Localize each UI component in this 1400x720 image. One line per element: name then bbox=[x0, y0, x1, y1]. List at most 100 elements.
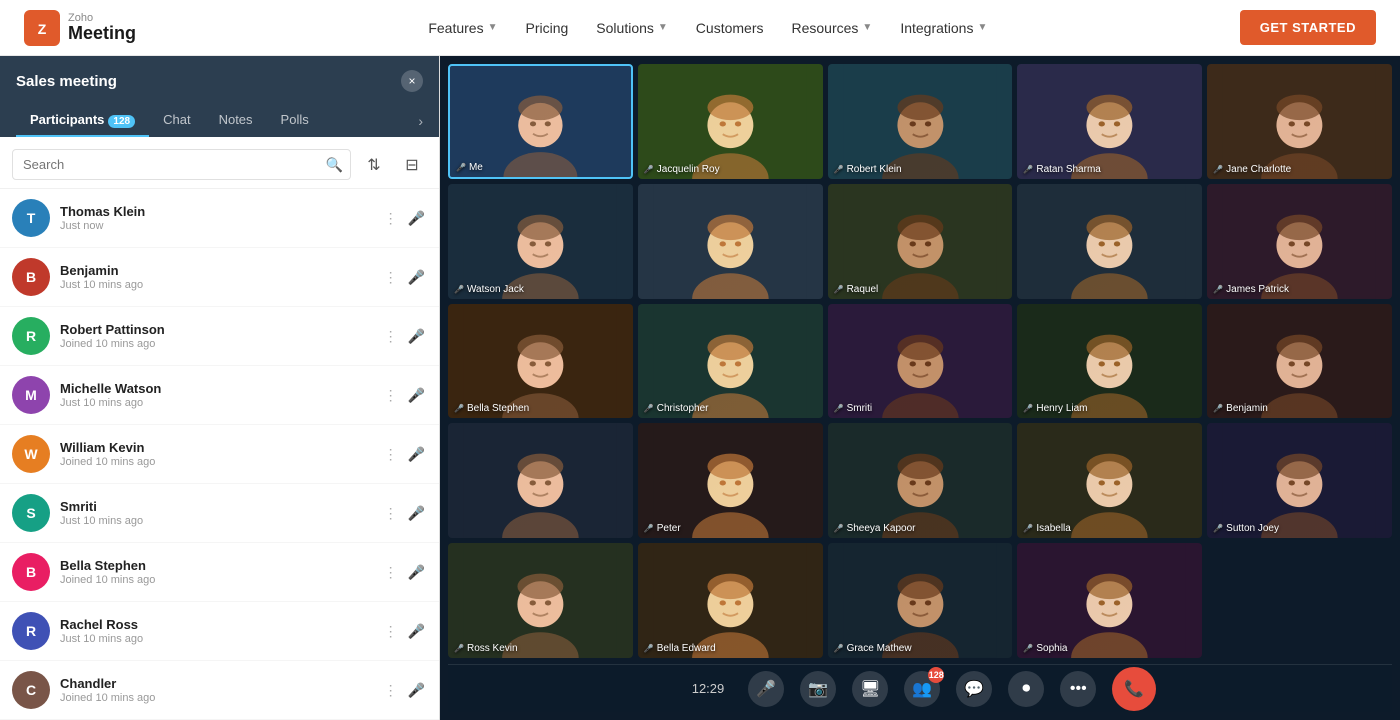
participant-actions: ⋮ 🎤 bbox=[382, 326, 427, 347]
participant-actions: ⋮ 🎤 bbox=[382, 680, 427, 701]
participant-status: Just 10 mins ago bbox=[60, 279, 372, 291]
logo-text: Zoho Meeting bbox=[68, 12, 136, 44]
video-cell: Peter bbox=[638, 423, 823, 538]
participants-button[interactable]: 👥 128 bbox=[904, 671, 940, 707]
mic-button[interactable]: 🎤 bbox=[748, 671, 784, 707]
video-cell bbox=[1017, 184, 1202, 299]
more-options-icon[interactable]: ⋮ bbox=[382, 267, 400, 288]
video-label: Sutton Joey bbox=[1213, 523, 1279, 534]
record-button[interactable]: ⏺ bbox=[1008, 671, 1044, 707]
video-label: Ross Kevin bbox=[454, 643, 518, 654]
search-icon[interactable]: 🔍 bbox=[326, 156, 343, 173]
participant-actions: ⋮ 🎤 bbox=[382, 621, 427, 642]
nav-resources[interactable]: Resources ▼ bbox=[791, 20, 872, 36]
more-options-icon[interactable]: ⋮ bbox=[382, 621, 400, 642]
participant-info: Smriti Just 10 mins ago bbox=[60, 499, 372, 527]
search-input-wrap: 🔍 bbox=[12, 149, 351, 180]
list-item: B Bella Stephen Joined 10 mins ago ⋮ 🎤 bbox=[0, 543, 439, 602]
screen-share-button[interactable]: 🖥 bbox=[852, 671, 888, 707]
video-cell: Grace Mathew bbox=[828, 543, 1013, 658]
avatar: R bbox=[12, 317, 50, 355]
mute-icon[interactable]: 🎤 bbox=[406, 267, 427, 288]
tab-participants[interactable]: Participants128 bbox=[16, 104, 149, 137]
nav-features[interactable]: Features ▼ bbox=[428, 20, 497, 36]
video-cell: Me bbox=[448, 64, 633, 179]
mute-icon[interactable]: 🎤 bbox=[406, 444, 427, 465]
participant-info: Chandler Joined 10 mins ago bbox=[60, 676, 372, 704]
video-label: Peter bbox=[644, 523, 681, 534]
list-item: W William Kevin Joined 10 mins ago ⋮ 🎤 bbox=[0, 425, 439, 484]
participant-status: Joined 10 mins ago bbox=[60, 574, 372, 586]
avatar: R bbox=[12, 612, 50, 650]
participant-name: Michelle Watson bbox=[60, 381, 372, 396]
video-label: Isabella bbox=[1023, 523, 1070, 534]
participant-info: Robert Pattinson Joined 10 mins ago bbox=[60, 322, 372, 350]
participant-info: William Kevin Joined 10 mins ago bbox=[60, 440, 372, 468]
mute-icon[interactable]: 🎤 bbox=[406, 385, 427, 406]
mute-icon[interactable]: 🎤 bbox=[406, 503, 427, 524]
more-options-button[interactable]: ••• bbox=[1060, 671, 1096, 707]
logo-zoho: Zoho bbox=[68, 12, 136, 24]
video-area: Me Jacquelin Roy bbox=[440, 56, 1400, 720]
participant-actions: ⋮ 🎤 bbox=[382, 385, 427, 406]
video-cell: Isabella bbox=[1017, 423, 1202, 538]
participant-info: Rachel Ross Just 10 mins ago bbox=[60, 617, 372, 645]
video-cell: Bella Edward bbox=[638, 543, 823, 658]
nav-customers[interactable]: Customers bbox=[696, 20, 764, 36]
get-started-button[interactable]: GET STARTED bbox=[1240, 10, 1376, 45]
more-options-icon[interactable]: ⋮ bbox=[382, 326, 400, 347]
panel-close-button[interactable]: × bbox=[401, 70, 423, 92]
more-options-icon[interactable]: ⋮ bbox=[382, 385, 400, 406]
camera-button[interactable]: 📷 bbox=[800, 671, 836, 707]
participant-actions: ⋮ 🎤 bbox=[382, 208, 427, 229]
video-grid: Me Jacquelin Roy bbox=[448, 64, 1392, 658]
mute-icon[interactable]: 🎤 bbox=[406, 680, 427, 701]
mute-icon[interactable]: 🎤 bbox=[406, 208, 427, 229]
mute-icon[interactable]: 🎤 bbox=[406, 326, 427, 347]
participant-actions: ⋮ 🎤 bbox=[382, 267, 427, 288]
panel-header: Sales meeting × Participants128 Chat Not… bbox=[0, 56, 439, 137]
avatar: B bbox=[12, 553, 50, 591]
more-options-icon[interactable]: ⋮ bbox=[382, 680, 400, 701]
more-options-icon[interactable]: ⋮ bbox=[382, 503, 400, 524]
participant-actions: ⋮ 🎤 bbox=[382, 562, 427, 583]
nav-integrations[interactable]: Integrations ▼ bbox=[900, 20, 987, 36]
tab-notes[interactable]: Notes bbox=[205, 104, 267, 137]
list-item: R Rachel Ross Just 10 mins ago ⋮ 🎤 bbox=[0, 602, 439, 661]
video-label: Sheeya Kapoor bbox=[834, 523, 916, 534]
mute-icon[interactable]: 🎤 bbox=[406, 562, 427, 583]
search-input[interactable] bbox=[12, 149, 351, 180]
more-options-icon[interactable]: ⋮ bbox=[382, 444, 400, 465]
main-area: Sales meeting × Participants128 Chat Not… bbox=[0, 56, 1400, 720]
sidebar-panel: Sales meeting × Participants128 Chat Not… bbox=[0, 56, 440, 720]
tabs-chevron-icon[interactable]: › bbox=[418, 113, 423, 129]
participant-info: Bella Stephen Joined 10 mins ago bbox=[60, 558, 372, 586]
mute-icon[interactable]: 🎤 bbox=[406, 621, 427, 642]
filter-icon[interactable]: ⊟ bbox=[397, 150, 427, 180]
video-label: Robert Klein bbox=[834, 164, 902, 175]
more-options-icon[interactable]: ⋮ bbox=[382, 208, 400, 229]
participants-badge: 128 bbox=[108, 115, 135, 128]
avatar: B bbox=[12, 258, 50, 296]
chat-button[interactable]: 💬 bbox=[956, 671, 992, 707]
search-bar: 🔍 ⇅ ⊟ bbox=[0, 137, 439, 189]
nav-links: Features ▼ Pricing Solutions ▼ Customers… bbox=[176, 20, 1240, 36]
list-item: R Robert Pattinson Joined 10 mins ago ⋮ … bbox=[0, 307, 439, 366]
participant-status: Joined 10 mins ago bbox=[60, 338, 372, 350]
more-options-icon[interactable]: ⋮ bbox=[382, 562, 400, 583]
video-label: Me bbox=[456, 162, 483, 173]
sort-icon[interactable]: ⇅ bbox=[359, 150, 389, 180]
video-label: Sophia bbox=[1023, 643, 1067, 654]
video-cell: Sophia bbox=[1017, 543, 1202, 658]
video-cell: Smriti bbox=[828, 304, 1013, 419]
tab-polls[interactable]: Polls bbox=[267, 104, 323, 137]
video-label: Bella Edward bbox=[644, 643, 716, 654]
resources-dropdown-icon: ▼ bbox=[862, 22, 872, 33]
end-call-button[interactable]: 📞 bbox=[1112, 667, 1156, 711]
participant-status: Just now bbox=[60, 220, 372, 232]
list-item: B Benjamin Just 10 mins ago ⋮ 🎤 bbox=[0, 248, 439, 307]
tab-chat[interactable]: Chat bbox=[149, 104, 204, 137]
nav-pricing[interactable]: Pricing bbox=[526, 20, 569, 36]
nav-solutions[interactable]: Solutions ▼ bbox=[596, 20, 668, 36]
participant-list: T Thomas Klein Just now ⋮ 🎤 B Benjamin J… bbox=[0, 189, 439, 720]
